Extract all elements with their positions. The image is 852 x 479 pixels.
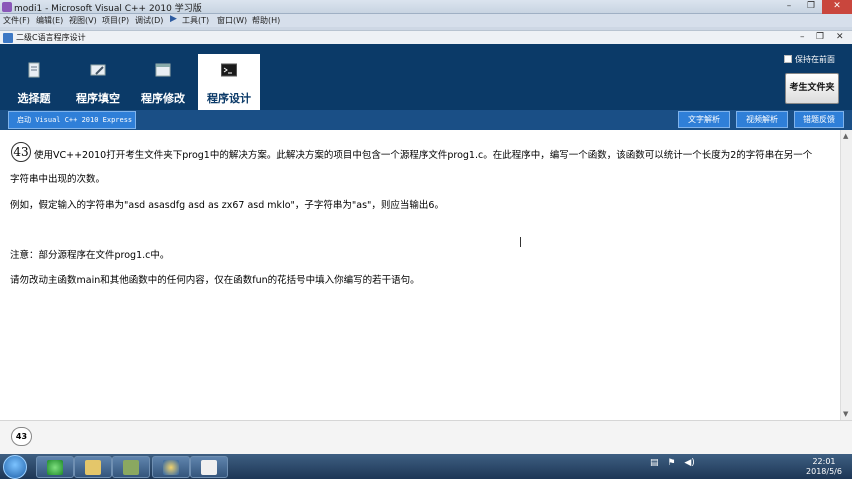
- clock-date: 2018/5/6: [806, 467, 842, 476]
- menu-bar: 文件(F) 编辑(E) 视图(V) 项目(P) 调试(D) 工具(T) 窗口(W…: [0, 14, 852, 27]
- launch-vc-button[interactable]: 启动 Visual C++ 2010 Express: [8, 111, 136, 129]
- question-example: 例如，假定输入的字符串为"asd asasdfg asd as zx67 asd…: [10, 200, 444, 211]
- menu-window[interactable]: 窗口(W): [217, 15, 247, 26]
- tab-label: 程序填空: [76, 92, 120, 105]
- os-titlebar: modi1 - Microsoft Visual C++ 2010 学习版 – …: [0, 0, 852, 14]
- app-window-title: 二级C语言程序设计: [16, 33, 86, 42]
- scroll-up-icon[interactable]: ▲: [843, 132, 848, 140]
- app-icon: [3, 33, 13, 43]
- flag-icon[interactable]: ⚑: [667, 458, 675, 468]
- checkbox-icon[interactable]: [784, 55, 792, 63]
- browser-icon: [163, 460, 179, 475]
- start-button[interactable]: [3, 455, 27, 479]
- clock[interactable]: 22:01 2018/5/6: [800, 457, 848, 477]
- taskbar-app[interactable]: [190, 456, 228, 478]
- header-nav: [0, 44, 852, 110]
- terminal-icon: [221, 63, 237, 77]
- vs-app-icon: [2, 2, 12, 12]
- minimize-button[interactable]: –: [778, 0, 800, 14]
- os-window-title: modi1 - Microsoft Visual C++ 2010 学习版: [14, 4, 202, 14]
- exam-folder-button[interactable]: 考生文件夹: [785, 73, 839, 104]
- taskbar-app[interactable]: [36, 456, 74, 478]
- question-number-badge: 43: [11, 142, 31, 162]
- close-button[interactable]: ✕: [822, 0, 852, 14]
- question-nav-bar: [0, 420, 852, 454]
- question-note1: 注意：部分源程序在文件prog1.c中。: [10, 250, 170, 261]
- taskbar-app[interactable]: [152, 456, 190, 478]
- scrollbar[interactable]: ▲ ▼: [840, 130, 852, 420]
- app-window-titlebar: 二级C语言程序设计 – ❐ ✕: [0, 30, 852, 44]
- taskbar-app[interactable]: [74, 456, 112, 478]
- maximize-button[interactable]: ❐: [800, 0, 822, 14]
- menu-edit[interactable]: 编辑(E): [36, 15, 63, 26]
- window-icon: [155, 63, 171, 77]
- tab-modify[interactable]: 程序修改: [134, 54, 192, 110]
- tab-choice[interactable]: 选择题: [8, 54, 60, 110]
- folder-icon: [85, 460, 101, 475]
- edit-box-icon: [90, 64, 106, 76]
- menu-debug[interactable]: 调试(D): [135, 15, 163, 26]
- tab-fill-in[interactable]: 程序填空: [70, 54, 126, 110]
- question-nav-item[interactable]: 43: [11, 427, 32, 446]
- exam-app-icon: [201, 460, 217, 475]
- green-app-icon: [47, 460, 63, 475]
- menu-tools[interactable]: 工具(T): [182, 15, 209, 26]
- tab-label: 选择题: [17, 92, 51, 105]
- tab-label: 程序设计: [207, 92, 251, 105]
- taskbar-app[interactable]: [112, 456, 150, 478]
- play-icon[interactable]: ▶: [170, 14, 177, 24]
- app-minimize-button[interactable]: –: [800, 32, 805, 42]
- volume-icon[interactable]: ◀): [684, 458, 694, 468]
- text-analysis-button[interactable]: 文字解析: [678, 111, 730, 128]
- menu-project[interactable]: 项目(P): [102, 15, 129, 26]
- document-icon: [28, 62, 40, 78]
- question-text-line1: 使用VC++2010打开考生文件夹下prog1中的解决方案。此解决方案的项目中包…: [34, 150, 813, 161]
- tab-programming[interactable]: 程序设计: [198, 54, 260, 110]
- menu-help[interactable]: 帮助(H): [252, 15, 280, 26]
- scroll-down-icon[interactable]: ▼: [843, 410, 848, 418]
- text-cursor: [520, 237, 521, 247]
- question-note2: 请勿改动主函数main和其他函数中的任何内容，仅在函数fun的花括号中填入你编写…: [10, 275, 420, 286]
- menu-file[interactable]: 文件(F): [3, 15, 30, 26]
- keep-front-checkbox[interactable]: 保持在前面: [784, 54, 835, 65]
- tab-label: 程序修改: [141, 92, 185, 105]
- system-tray: ▤ ⚑ ◀): [650, 458, 695, 468]
- network-icon[interactable]: ▤: [650, 458, 659, 468]
- app-close-button[interactable]: ✕: [836, 32, 844, 42]
- question-text-line2: 字符串中出现的次数。: [10, 174, 106, 185]
- menu-view[interactable]: 视图(V): [69, 15, 97, 26]
- video-analysis-button[interactable]: 视频解析: [736, 111, 788, 128]
- notepad-icon: [123, 460, 139, 475]
- app-maximize-button[interactable]: ❐: [816, 32, 824, 42]
- error-feedback-button[interactable]: 错题反馈: [794, 111, 844, 128]
- clock-time: 22:01: [812, 457, 836, 466]
- keep-front-label: 保持在前面: [795, 55, 835, 64]
